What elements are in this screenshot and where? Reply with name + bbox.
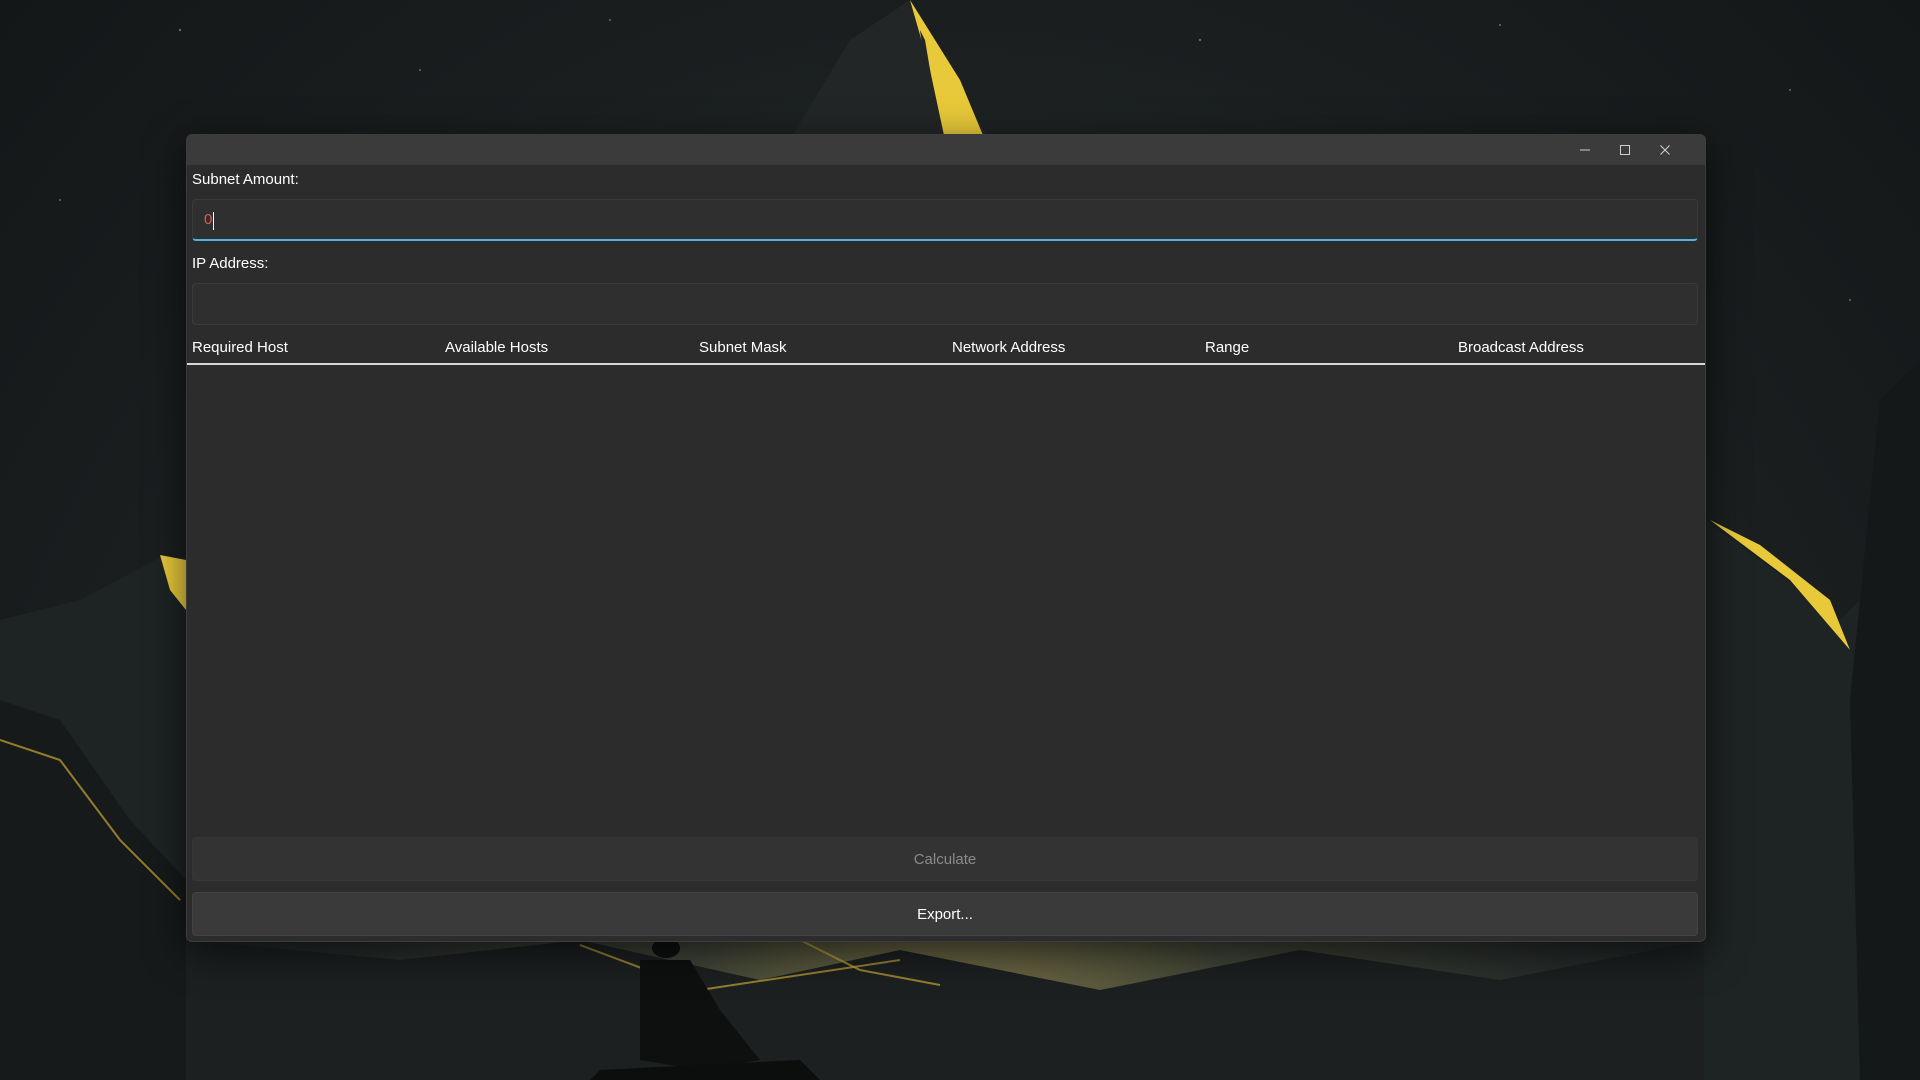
subnet-amount-label: Subnet Amount:: [192, 171, 299, 188]
subnet-amount-field[interactable]: [192, 199, 1698, 241]
title-bar[interactable]: [187, 135, 1705, 165]
ip-address-input[interactable]: [193, 284, 1697, 324]
export-button[interactable]: Export...: [192, 892, 1698, 936]
results-table-header: Required Host Available Hosts Subnet Mas…: [187, 335, 1705, 365]
subnet-amount-input[interactable]: [193, 200, 1697, 239]
minimize-button[interactable]: [1565, 135, 1605, 165]
maximize-button[interactable]: [1605, 135, 1645, 165]
ip-address-label: IP Address:: [192, 255, 269, 272]
close-button[interactable]: [1645, 135, 1685, 165]
column-header-available-hosts[interactable]: Available Hosts: [445, 339, 548, 356]
ip-address-field[interactable]: [192, 283, 1698, 325]
maximize-icon: [1620, 145, 1630, 155]
column-header-range[interactable]: Range: [1205, 339, 1249, 356]
column-header-broadcast-address[interactable]: Broadcast Address: [1458, 339, 1584, 356]
text-caret: [213, 212, 214, 230]
column-header-network-address[interactable]: Network Address: [952, 339, 1065, 356]
desktop: Subnet Amount: IP Address: Required Host…: [0, 0, 1920, 1080]
column-header-subnet-mask[interactable]: Subnet Mask: [699, 339, 787, 356]
subnet-calculator-window: Subnet Amount: IP Address: Required Host…: [186, 134, 1706, 942]
column-header-required-host[interactable]: Required Host: [192, 339, 288, 356]
calculate-button[interactable]: Calculate: [192, 837, 1698, 881]
close-icon: [1660, 145, 1670, 155]
minimize-icon: [1580, 149, 1590, 151]
